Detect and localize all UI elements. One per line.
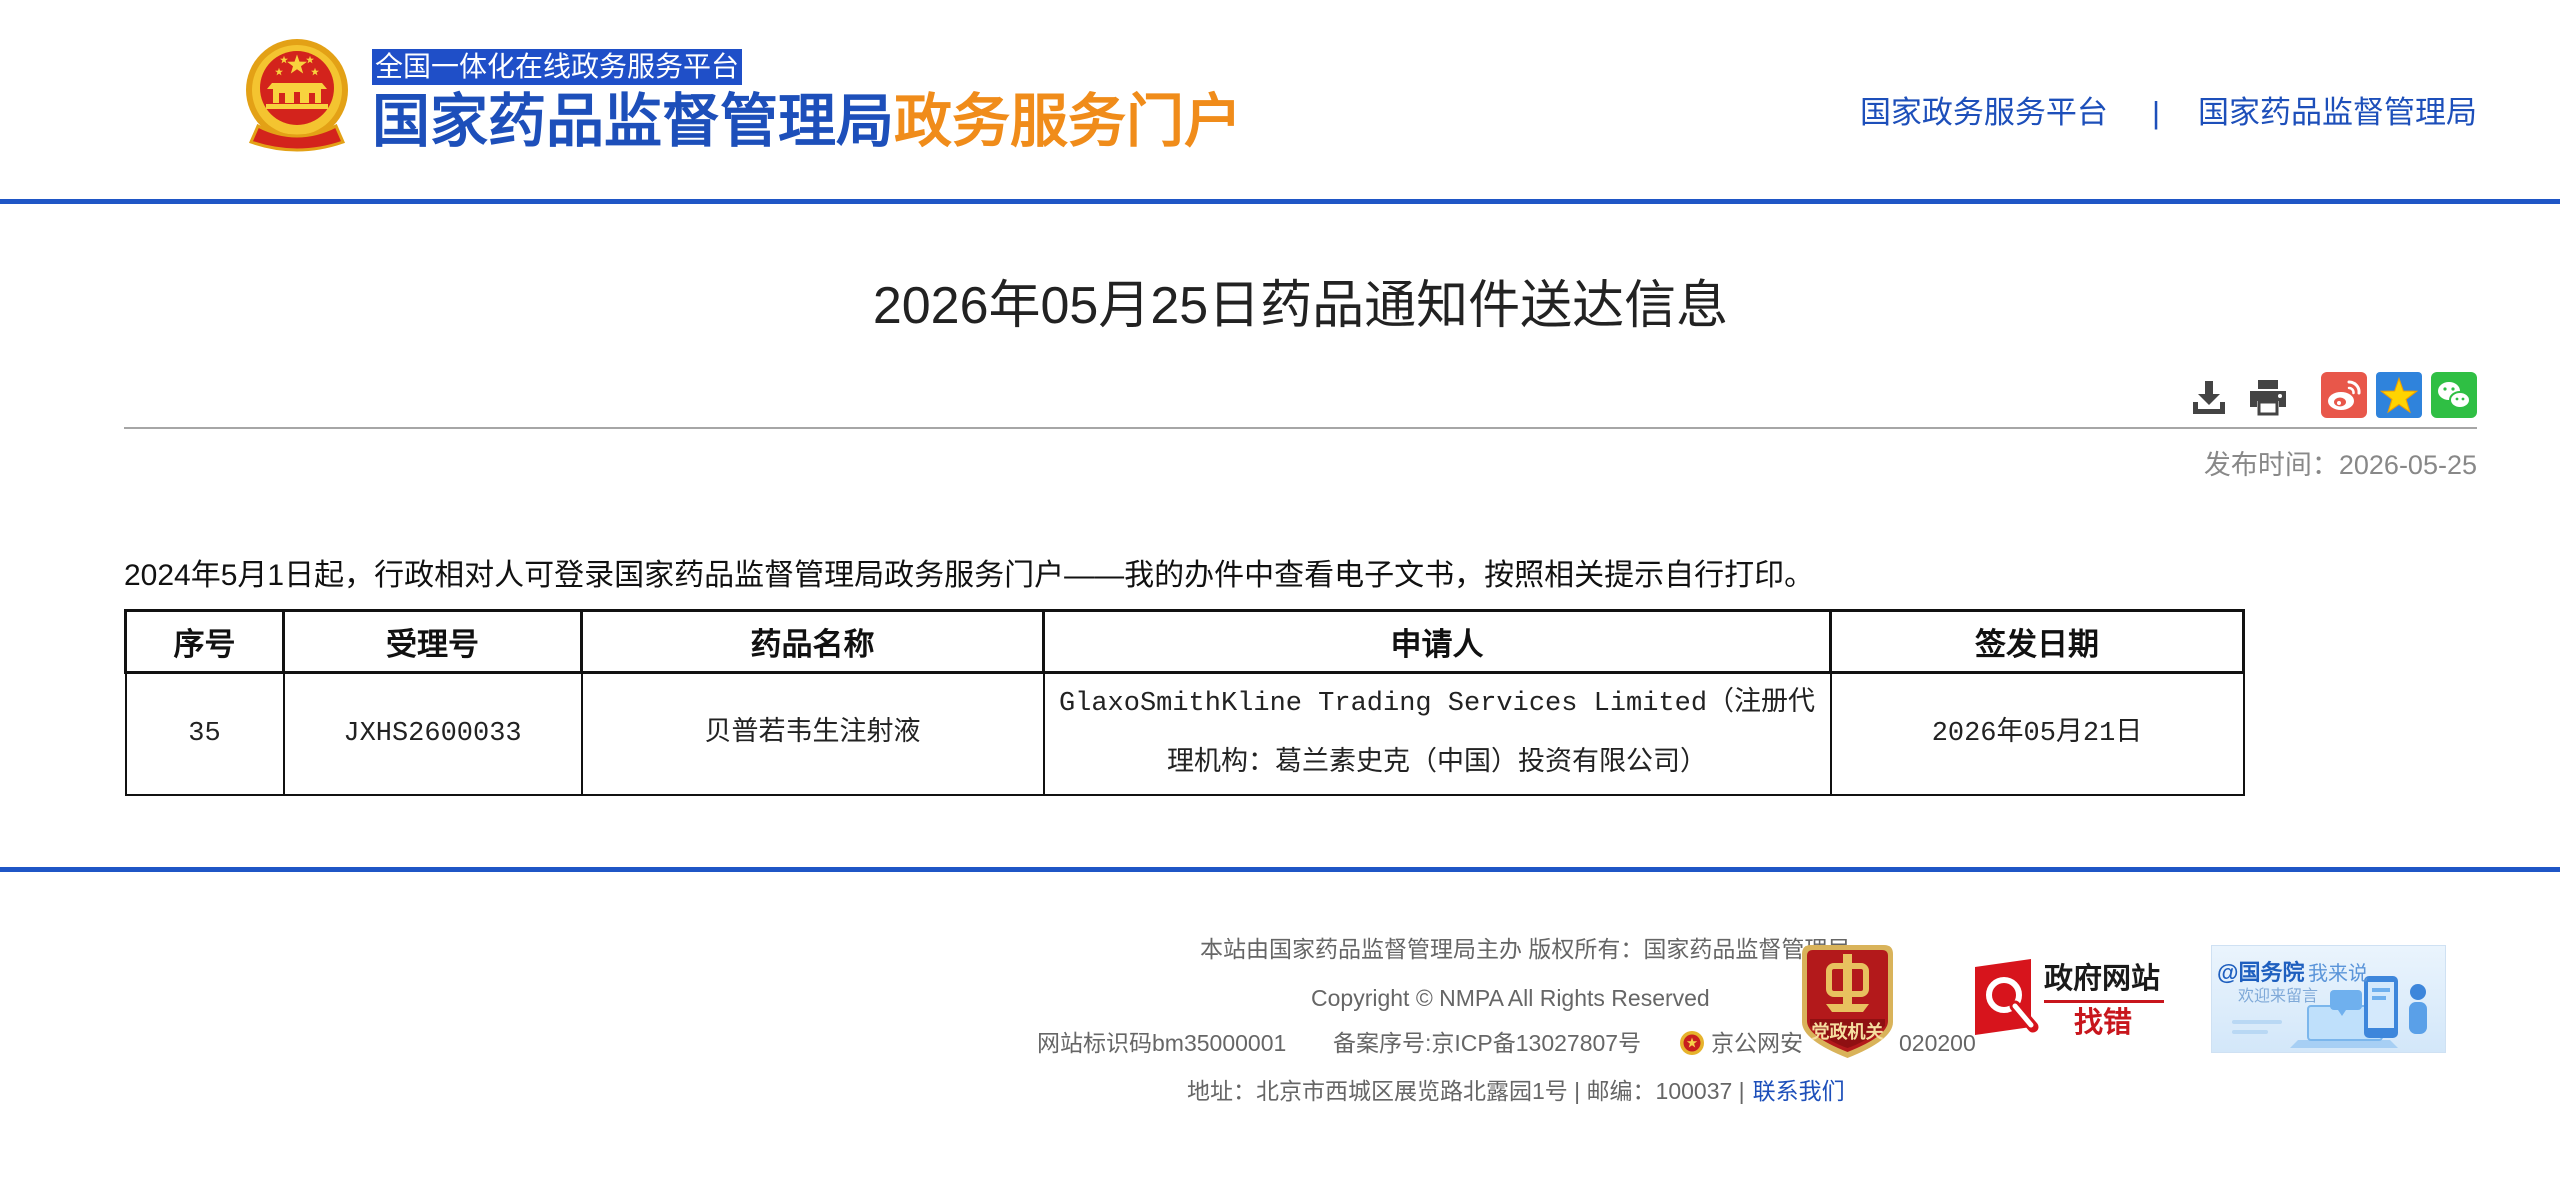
site-title-main: 国家药品监督管理局 <box>372 89 895 154</box>
share-weibo-button[interactable] <box>2321 372 2367 418</box>
footer-icp-link[interactable]: 备案序号:京ICP备13027807号 <box>1333 1028 1641 1058</box>
download-button[interactable] <box>2190 378 2228 416</box>
party-gov-badge[interactable]: 党政机关 <box>1796 942 1899 1061</box>
party-gov-badge-label: 党政机关 <box>1811 1022 1884 1042</box>
platform-label[interactable]: 全国一体化在线政务服务平台 <box>372 49 743 85</box>
print-button[interactable] <box>2248 378 2288 416</box>
nav-link-gov-service-platform[interactable]: 国家政务服务平台 <box>1860 95 2108 130</box>
footer-divider <box>0 867 2560 872</box>
cell-drug-name: 贝普若韦生注射液 <box>580 671 1045 796</box>
column-header-applicant: 申请人 <box>1042 609 1832 674</box>
nav-separator: | <box>2151 95 2160 130</box>
nav-link-nmpa[interactable]: 国家药品监督管理局 <box>2198 95 2477 130</box>
footer-sponsor: 本站由国家药品监督管理局主办 版权所有：国家药品监督管理局 <box>1200 936 1851 962</box>
publish-label: 发布时间： <box>2203 450 2339 480</box>
delivery-table: 序号 受理号 药品名称 申请人 签发日期 35 JXHS2600033 贝普若韦… <box>124 609 2245 796</box>
footer-police-record-link[interactable]: 京公网安 <box>1711 1028 1803 1058</box>
column-header-acceptance-no: 受理号 <box>282 609 583 674</box>
publish-date: 2026-05-25 <box>2338 450 2477 480</box>
contact-us-link[interactable]: 联系我们 <box>1753 1078 1845 1104</box>
national-emblem-icon[interactable] <box>242 36 352 156</box>
state-council-feedback-badge[interactable]: @国务院 我来说 欢迎来留言 <box>2211 945 2446 1053</box>
header-divider <box>0 199 2560 204</box>
wechat-icon <box>2431 372 2477 418</box>
share-qzone-button[interactable] <box>2376 372 2422 418</box>
table-row: 35 JXHS2600033 贝普若韦生注射液 GlaxoSmithKline … <box>124 671 2245 796</box>
cell-index: 35 <box>124 671 285 796</box>
footer-address-text: 地址：北京市西城区展览路北露园1号 | 邮编：100037 | <box>1187 1078 1745 1104</box>
gov-site-divider <box>2044 1000 2164 1003</box>
qzone-icon <box>2376 372 2422 418</box>
find-error-label: 找错 <box>2074 1007 2133 1039</box>
table-header-row: 序号 受理号 药品名称 申请人 签发日期 <box>124 609 2245 674</box>
welcome-message-label: 欢迎来留言 <box>2238 988 2319 1005</box>
download-icon <box>2193 381 2225 414</box>
cell-issue-date: 2026年05月21日 <box>1829 671 2245 796</box>
title-divider <box>124 427 2477 429</box>
state-council-label: @国务院 <box>2217 960 2305 985</box>
police-emblem-icon <box>1679 1030 1705 1056</box>
cell-acceptance-no: JXHS2600033 <box>282 671 583 796</box>
i-say-label: 我来说 <box>2308 963 2368 985</box>
gov-site-error-report-badge[interactable]: 政府网站 找错 <box>1971 953 2167 1045</box>
share-wechat-button[interactable] <box>2431 372 2477 418</box>
column-header-drug-name: 药品名称 <box>580 609 1045 674</box>
column-header-index: 序号 <box>124 609 285 674</box>
article-title: 2026年05月25日药品通知件送达信息 <box>872 277 1729 335</box>
publish-time: 发布时间：2026-05-25 <box>2204 447 2477 483</box>
print-icon <box>2250 380 2286 416</box>
weibo-icon <box>2321 372 2367 418</box>
footer-copyright: Copyright © NMPA All Rights Reserved <box>1311 985 1710 1011</box>
footer-police-record-number[interactable]: 020200 <box>1899 1028 1976 1058</box>
site-title-accent: 政务服务门户 <box>894 89 1243 154</box>
site-title[interactable]: 国家药品监督管理局政务服务门户 <box>372 88 1242 156</box>
party-gov-badge-icon <box>1802 945 1893 1058</box>
column-header-issue-date: 签发日期 <box>1829 609 2245 674</box>
cell-applicant: GlaxoSmithKline Trading Services Limited… <box>1042 671 1832 796</box>
magnifier-icon <box>1975 959 2039 1035</box>
footer-site-id: 网站标识码bm35000001 <box>1037 1030 1287 1056</box>
gov-site-label: 政府网站 <box>2044 963 2161 995</box>
top-nav: 国家政务服务平台 | 国家药品监督管理局 <box>1860 93 2477 133</box>
footer-address: 地址：北京市西城区展览路北露园1号 | 邮编：100037 | 联系我们 <box>1187 1076 1845 1106</box>
notice-text: 2024年5月1日起，行政相对人可登录国家药品监督管理局政务服务门户——我的办件… <box>124 559 1815 592</box>
